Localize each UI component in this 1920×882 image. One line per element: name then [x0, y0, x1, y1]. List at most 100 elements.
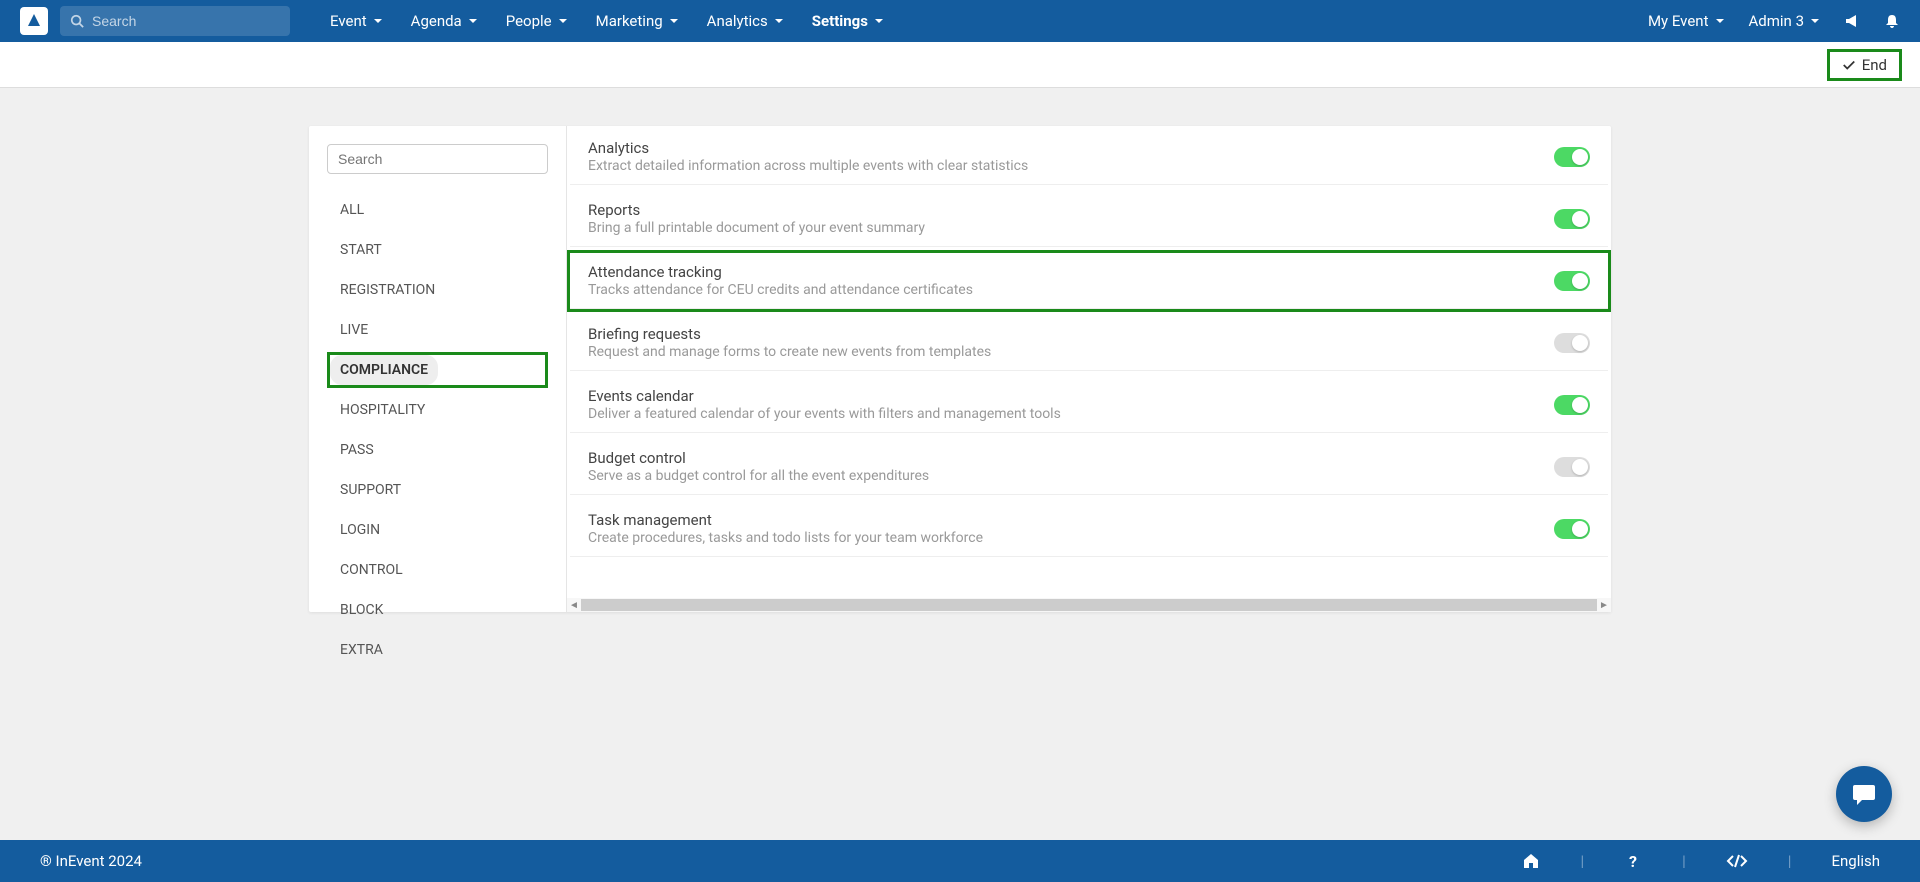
- setting-row-wrap: Budget controlServe as a budget control …: [567, 436, 1611, 498]
- setting-row: Events calendarDeliver a featured calend…: [570, 377, 1608, 433]
- setting-title: Analytics: [588, 139, 1028, 157]
- setting-row: Briefing requestsRequest and manage form…: [570, 315, 1608, 371]
- sidebar-list: ALL START REGISTRATION LIVE COMPLIANCE HOSPIT…: [327, 192, 548, 668]
- user-menu[interactable]: Admin 3: [1749, 12, 1820, 30]
- setting-toggle[interactable]: [1554, 519, 1590, 539]
- nav-item-marketing[interactable]: Marketing: [596, 12, 679, 30]
- nav-item-analytics[interactable]: Analytics: [707, 12, 784, 30]
- user-label: Admin 3: [1749, 12, 1804, 30]
- setting-toggle[interactable]: [1554, 395, 1590, 415]
- setting-desc: Bring a full printable document of your …: [588, 220, 925, 236]
- setting-row-wrap: AnalyticsExtract detailed information ac…: [567, 126, 1611, 188]
- setting-desc: Deliver a featured calendar of your even…: [588, 406, 1061, 422]
- announcements-icon[interactable]: [1844, 13, 1860, 29]
- sidebar-item-control[interactable]: CONTROL: [330, 555, 545, 585]
- language-selector[interactable]: English: [1831, 852, 1880, 870]
- setting-toggle[interactable]: [1554, 209, 1590, 229]
- setting-title: Reports: [588, 201, 925, 219]
- code-icon[interactable]: [1726, 852, 1748, 870]
- scroll-track[interactable]: [581, 599, 1597, 611]
- home-icon[interactable]: [1522, 852, 1540, 870]
- setting-toggle[interactable]: [1554, 271, 1590, 291]
- nav-item-people[interactable]: People: [506, 12, 568, 30]
- toggle-knob: [1572, 211, 1588, 227]
- global-search-input[interactable]: [92, 13, 272, 29]
- setting-text: Task managementCreate procedures, tasks …: [588, 511, 983, 546]
- sidebar-item-compliance[interactable]: COMPLIANCE: [330, 355, 438, 385]
- setting-toggle[interactable]: [1554, 147, 1590, 167]
- sidebar-item-block[interactable]: BLOCK: [330, 595, 545, 625]
- event-selector[interactable]: My Event: [1648, 12, 1725, 30]
- setting-row-wrap: Task managementCreate procedures, tasks …: [567, 498, 1611, 560]
- setting-row-wrap: Briefing requestsRequest and manage form…: [567, 312, 1611, 374]
- chevron-down-icon: [468, 16, 478, 26]
- logo[interactable]: [20, 7, 48, 35]
- event-selector-label: My Event: [1648, 12, 1709, 30]
- svg-text:?: ?: [1629, 852, 1637, 870]
- sidebar-item-live[interactable]: LIVE: [330, 315, 545, 345]
- action-bar: End: [0, 42, 1920, 88]
- search-icon: [70, 14, 84, 28]
- nav-item-agenda[interactable]: Agenda: [411, 12, 478, 30]
- setting-title: Briefing requests: [588, 325, 991, 343]
- setting-desc: Extract detailed information across mult…: [588, 158, 1028, 174]
- setting-toggle[interactable]: [1554, 457, 1590, 477]
- setting-text: AnalyticsExtract detailed information ac…: [588, 139, 1028, 174]
- sidebar-item-extra[interactable]: EXTRA: [330, 635, 545, 665]
- sidebar-item-registration[interactable]: REGISTRATION: [330, 275, 545, 305]
- setting-row: Budget controlServe as a budget control …: [570, 439, 1608, 495]
- setting-text: Attendance trackingTracks attendance for…: [588, 263, 973, 298]
- setting-desc: Request and manage forms to create new e…: [588, 344, 991, 360]
- chevron-down-icon: [1715, 16, 1725, 26]
- sidebar-item-all[interactable]: ALL: [330, 195, 545, 225]
- scroll-left-arrow[interactable]: ◄: [567, 600, 581, 611]
- sidebar-item-wrap: EXTRA: [327, 632, 548, 668]
- setting-desc: Create procedures, tasks and todo lists …: [588, 530, 983, 546]
- nav-item-settings[interactable]: Settings: [812, 12, 884, 30]
- setting-title: Budget control: [588, 449, 929, 467]
- sidebar-item-support[interactable]: SUPPORT: [330, 475, 545, 505]
- setting-desc: Tracks attendance for CEU credits and at…: [588, 282, 973, 298]
- sidebar-item-wrap: PASS: [327, 432, 548, 468]
- check-icon: [1842, 58, 1856, 72]
- settings-sidebar: ALL START REGISTRATION LIVE COMPLIANCE HOSPIT…: [309, 126, 567, 612]
- topbar: Event Agenda People Marketing Analytics Setti…: [0, 0, 1920, 42]
- sidebar-item-pass[interactable]: PASS: [330, 435, 545, 465]
- toggle-knob: [1572, 521, 1588, 537]
- setting-desc: Serve as a budget control for all the ev…: [588, 468, 929, 484]
- nav-item-label: Event: [330, 12, 367, 30]
- nav-item-event[interactable]: Event: [330, 12, 383, 30]
- sidebar-item-wrap: ALL: [327, 192, 548, 228]
- sidebar-item-wrap: CONTROL: [327, 552, 548, 588]
- setting-text: Budget controlServe as a budget control …: [588, 449, 929, 484]
- help-icon[interactable]: ?: [1624, 852, 1642, 870]
- nav-item-label: Agenda: [411, 12, 462, 30]
- toggle-knob: [1572, 397, 1588, 413]
- chat-launcher[interactable]: [1836, 766, 1892, 822]
- main-area: ALL START REGISTRATION LIVE COMPLIANCE HOSPIT…: [0, 88, 1920, 612]
- end-button[interactable]: End: [1827, 49, 1902, 81]
- chevron-down-icon: [558, 16, 568, 26]
- toggle-knob: [1572, 273, 1588, 289]
- sidebar-item-hospitality[interactable]: HOSPITALITY: [330, 395, 545, 425]
- settings-content: AnalyticsExtract detailed information ac…: [567, 126, 1611, 612]
- main-nav: Event Agenda People Marketing Analytics Setti…: [330, 12, 884, 30]
- sidebar-item-wrap: LOGIN: [327, 512, 548, 548]
- setting-title: Attendance tracking: [588, 263, 973, 281]
- sidebar-item-start[interactable]: START: [330, 235, 545, 265]
- setting-row-wrap: Attendance trackingTracks attendance for…: [567, 250, 1611, 312]
- chat-icon: [1850, 780, 1878, 808]
- setting-row: AnalyticsExtract detailed information ac…: [570, 129, 1608, 185]
- notifications-icon[interactable]: [1884, 13, 1900, 29]
- sidebar-search-input[interactable]: [327, 144, 548, 174]
- sidebar-item-wrap: SUPPORT: [327, 472, 548, 508]
- sidebar-item-login[interactable]: LOGIN: [330, 515, 545, 545]
- sidebar-item-wrap: COMPLIANCE: [327, 352, 548, 388]
- setting-toggle[interactable]: [1554, 333, 1590, 353]
- horizontal-scrollbar[interactable]: ◄ ►: [567, 598, 1611, 612]
- chevron-down-icon: [874, 16, 884, 26]
- global-search[interactable]: [60, 6, 290, 36]
- chevron-down-icon: [1810, 16, 1820, 26]
- scroll-right-arrow[interactable]: ►: [1597, 600, 1611, 611]
- toggle-knob: [1572, 335, 1588, 351]
